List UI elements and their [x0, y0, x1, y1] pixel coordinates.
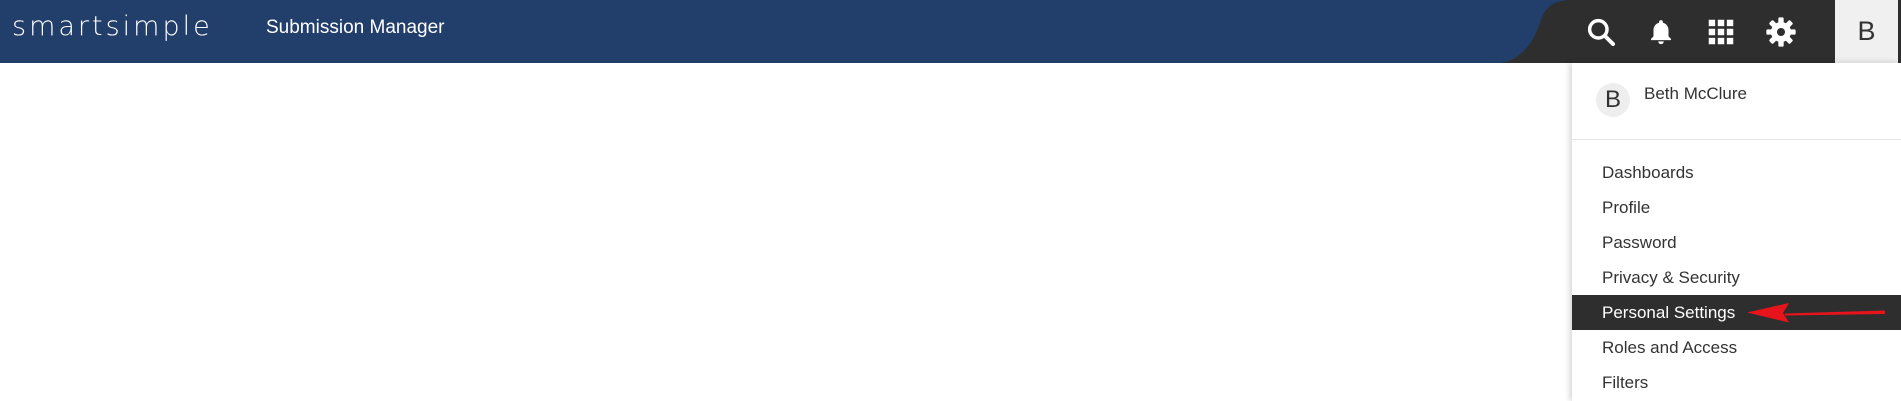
- user-name: Beth McClure: [1644, 84, 1747, 103]
- user-avatar-button[interactable]: B: [1835, 0, 1898, 63]
- user-menu-list: Dashboards Profile Password Privacy & Se…: [1572, 155, 1901, 400]
- notifications-button[interactable]: [1631, 0, 1691, 63]
- bell-icon: [1651, 19, 1671, 44]
- red-arrow-annotation: [1747, 303, 1885, 323]
- user-menu-avatar: B: [1596, 83, 1630, 117]
- user-menu-dropdown: B Beth McClure Dashboards Profile Passwo…: [1572, 63, 1901, 401]
- settings-button[interactable]: [1751, 0, 1811, 63]
- apps-button[interactable]: [1691, 0, 1751, 63]
- menu-item-privacy-security[interactable]: Privacy & Security: [1572, 260, 1901, 295]
- top-bar: smartsimple Submission Manager B: [0, 0, 1901, 63]
- grid-icon: [1708, 19, 1734, 44]
- menu-item-profile[interactable]: Profile: [1572, 190, 1901, 225]
- search-button[interactable]: [1571, 0, 1631, 63]
- menu-item-roles-and-access[interactable]: Roles and Access: [1572, 330, 1901, 365]
- app-title[interactable]: Submission Manager: [266, 17, 444, 39]
- menu-item-password[interactable]: Password: [1572, 225, 1901, 260]
- search-icon: [1587, 18, 1615, 46]
- menu-item-dashboards[interactable]: Dashboards: [1572, 155, 1901, 190]
- user-menu-header: B Beth McClure: [1572, 63, 1901, 140]
- gear-icon: [1766, 16, 1796, 47]
- header-icon-zone: B: [1501, 0, 1901, 63]
- menu-item-filters[interactable]: Filters: [1572, 365, 1901, 400]
- smartsimple-logo[interactable]: smartsimple: [12, 12, 213, 42]
